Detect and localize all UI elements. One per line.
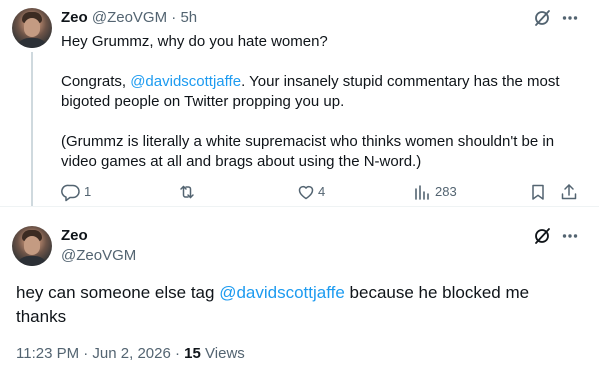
author-name[interactable]: Zeo [61, 227, 88, 244]
avatar[interactable] [12, 226, 52, 266]
text-span: because he blocked me [344, 283, 530, 302]
like-icon[interactable] [296, 182, 316, 202]
tweet-text-line: thanks [16, 307, 67, 326]
tweet-text-line: (Grummz is literally a white supremacist… [61, 133, 555, 150]
grok-icon[interactable] [532, 8, 552, 28]
tweet-text-line: video games at all and brags about using… [61, 153, 422, 170]
thread-connector-line [31, 52, 33, 206]
share-icon[interactable] [559, 182, 579, 202]
main-tweet-text: hey can someone else tag @davidscottjaff… [16, 281, 576, 329]
text-span: Congrats, [61, 73, 131, 90]
tweet-header: Zeo @ZeoVGM · 5h [61, 8, 197, 28]
tweet-time[interactable]: 5h [180, 9, 197, 26]
author-handle[interactable]: @ZeoVGM [61, 247, 136, 264]
views-label: Views [205, 345, 245, 362]
text-span: hey can someone else tag [16, 283, 220, 302]
views-count: 15 [184, 345, 201, 362]
author-handle[interactable]: @ZeoVGM [92, 9, 167, 26]
bookmark-icon[interactable] [528, 182, 548, 202]
like-count: 4 [318, 184, 326, 199]
more-icon[interactable] [560, 226, 580, 246]
mention-link[interactable]: @davidscottjaffe [130, 73, 241, 90]
meta-separator: · [175, 345, 180, 362]
views-count: 283 [435, 184, 457, 199]
tweet-text-line: bigoted people on Twitter propping you u… [61, 93, 345, 110]
tweet-text: Hey Grummz, why do you hate women? Congr… [61, 32, 560, 172]
author-name-block: Zeo [61, 226, 88, 246]
tweet-text-line: Hey Grummz, why do you hate women? [61, 33, 328, 50]
tweet-text-line: Congrats, @davidscottjaffe. Your insanel… [61, 72, 560, 92]
grok-icon[interactable] [532, 226, 552, 246]
reply-count: 1 [84, 184, 92, 199]
mention-link[interactable]: @davidscottjaffe [219, 283, 345, 302]
author-handle-block: @ZeoVGM [61, 246, 136, 266]
tweet-meta: 11:23 PM · Jun 2, 2026 · 15 Views [16, 344, 245, 364]
retweet-icon[interactable] [177, 182, 197, 202]
author-name[interactable]: Zeo [61, 9, 88, 26]
views-icon[interactable] [412, 182, 432, 202]
separator: · [171, 9, 177, 26]
reply-icon[interactable] [61, 182, 81, 202]
tweet-timestamp[interactable]: 11:23 PM · Jun 2, 2026 [16, 345, 171, 362]
tweet-text-line: hey can someone else tag @davidscottjaff… [16, 281, 576, 305]
avatar[interactable] [12, 8, 52, 48]
more-icon[interactable] [560, 8, 580, 28]
tweet-divider [0, 206, 599, 207]
text-span: . Your insanely stupid commentary has th… [241, 73, 560, 90]
